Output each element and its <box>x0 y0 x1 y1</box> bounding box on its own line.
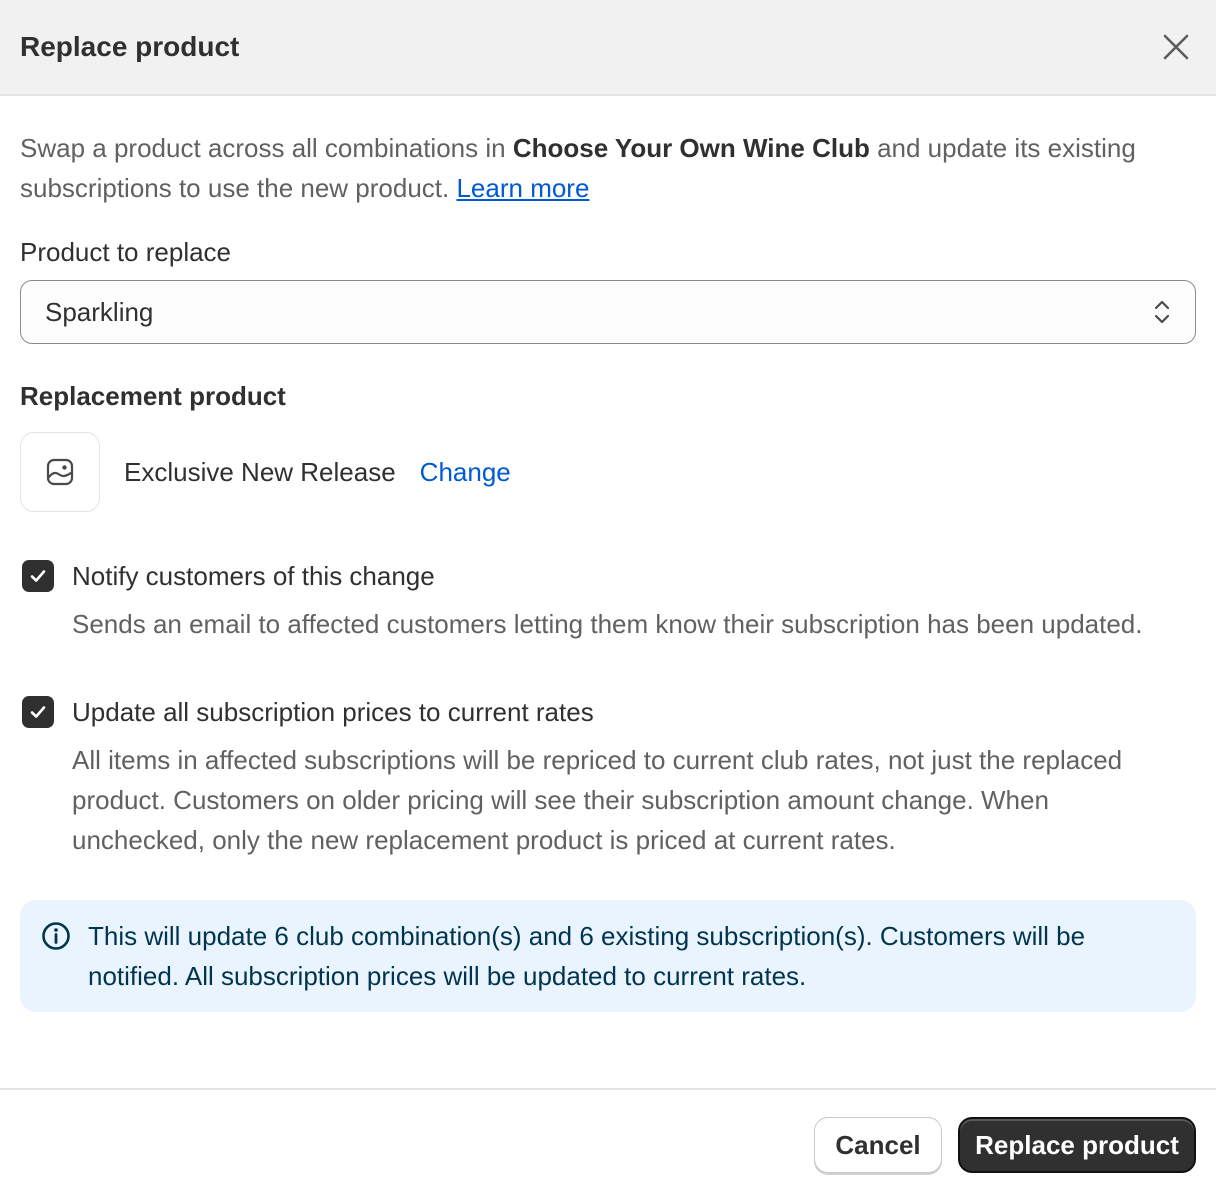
intro-text: Swap a product across all combinations i… <box>20 128 1140 208</box>
info-banner: This will update 6 club combination(s) a… <box>20 900 1196 1012</box>
info-banner-text: This will update 6 club combination(s) a… <box>88 921 1086 991</box>
replacement-product-row: Exclusive New Release Change <box>20 432 1196 512</box>
dialog-header: Replace product <box>0 0 1216 96</box>
selected-product: Sparkling <box>45 296 154 327</box>
info-icon <box>42 922 70 950</box>
update-prices-label[interactable]: Update all subscription prices to curren… <box>72 692 1172 732</box>
update-prices-help: All items in affected subscriptions will… <box>72 745 1123 855</box>
notify-customers-help: Sends an email to affected customers let… <box>72 609 1143 639</box>
update-prices-text: Update all subscription prices to curren… <box>72 692 1172 860</box>
replacement-product-name: Exclusive New Release <box>124 456 396 487</box>
close-button[interactable] <box>1154 25 1198 69</box>
club-name: Choose Your Own Wine Club <box>512 133 870 163</box>
select-chevrons-icon <box>1154 300 1170 324</box>
notify-customers-checkbox[interactable] <box>22 560 54 592</box>
learn-more-link[interactable]: Learn more <box>456 173 589 203</box>
image-placeholder-icon <box>46 458 74 486</box>
notify-customers-label[interactable]: Notify customers of this change <box>72 556 1172 596</box>
notify-customers-option: Notify customers of this change Sends an… <box>20 556 1196 644</box>
update-prices-option: Update all subscription prices to curren… <box>20 692 1196 860</box>
product-to-replace-label: Product to replace <box>20 237 232 267</box>
close-icon <box>1163 34 1189 60</box>
notify-customers-text: Notify customers of this change Sends an… <box>72 556 1172 644</box>
dialog-title: Replace product <box>20 31 240 62</box>
change-product-link[interactable]: Change <box>420 457 511 488</box>
update-prices-checkbox[interactable] <box>22 696 54 728</box>
dialog-body: Swap a product across all combinations i… <box>0 128 1216 1012</box>
replace-product-button[interactable]: Replace product <box>958 1117 1196 1173</box>
replacement-product-label: Replacement product <box>20 381 286 411</box>
product-thumbnail <box>20 432 100 512</box>
intro-prefix: Swap a product across all combinations i… <box>20 133 513 163</box>
dialog-footer: Cancel Replace product <box>0 1088 1216 1200</box>
replace-product-dialog: Replace product Swap a product across al… <box>0 0 1216 1200</box>
product-to-replace-select[interactable]: Sparkling <box>20 280 1196 344</box>
cancel-button[interactable]: Cancel <box>814 1117 942 1173</box>
checkmark-icon <box>30 706 46 718</box>
checkmark-icon <box>30 570 46 582</box>
